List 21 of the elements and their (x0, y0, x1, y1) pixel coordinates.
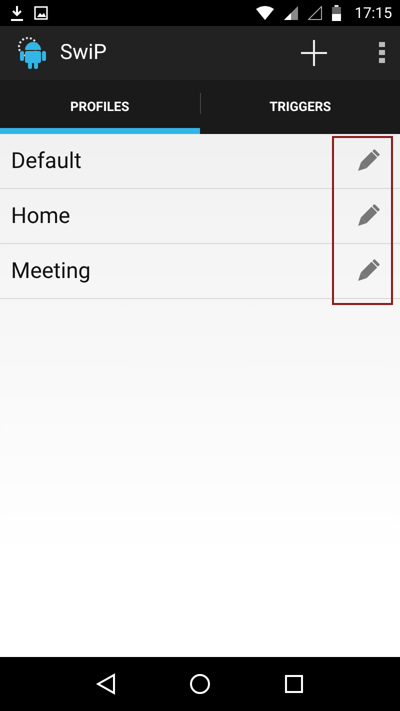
app-title: SwiP (60, 41, 107, 65)
signal-icon (284, 6, 298, 20)
profile-row[interactable]: Meeting (0, 244, 400, 299)
home-button[interactable] (188, 673, 211, 695)
profile-name: Home (11, 204, 72, 228)
add-button[interactable] (300, 39, 328, 67)
back-button[interactable] (96, 673, 116, 695)
profile-name: Default (11, 148, 82, 174)
overflow-menu-button[interactable] (378, 41, 386, 65)
signal-icon (308, 6, 322, 20)
profile-row[interactable]: Default (0, 134, 400, 189)
image-icon (34, 6, 48, 20)
recents-button[interactable] (284, 674, 304, 694)
battery-icon (332, 5, 341, 21)
profile-row[interactable]: Home (0, 189, 400, 244)
wifi-icon (256, 6, 274, 20)
tab[interactable]: PROFILES (0, 80, 200, 134)
download-icon (10, 5, 24, 21)
profile-name: Meeting (11, 258, 92, 284)
status-time: 17:15 (354, 4, 392, 22)
tab[interactable]: TRIGGERS (200, 80, 400, 134)
